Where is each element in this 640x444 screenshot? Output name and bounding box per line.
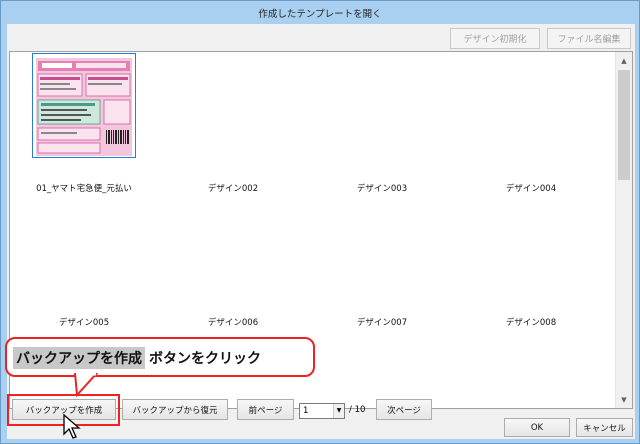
cancel-button[interactable]: キャンセル (576, 418, 633, 437)
next-page-button[interactable]: 次ページ (376, 399, 432, 420)
template-label-8[interactable]: デザイン008 (461, 316, 601, 328)
page-select[interactable]: 1 ▼ (299, 403, 345, 419)
template-thumbnail-selected[interactable] (32, 53, 136, 158)
file-rename-button[interactable]: ファイル名編集 (547, 28, 631, 49)
instruction-callout: バックアップを作成 ボタンをクリック (5, 337, 315, 377)
page-total: / 10 (349, 405, 366, 415)
ok-button[interactable]: OK (504, 418, 570, 437)
template-label-3[interactable]: デザイン003 (312, 182, 452, 194)
template-label-1[interactable]: 01_ヤマト宅急便_元払い (14, 182, 154, 194)
callout-pointer (73, 373, 99, 397)
instruction-highlight: バックアップを作成 (13, 347, 145, 369)
open-template-window: 作成したテンプレートを開く デザイン初期化 ファイル名編集 01_ヤマト宅急便_… (0, 0, 640, 444)
design-init-button[interactable]: デザイン初期化 (450, 28, 540, 49)
scroll-down-arrow-icon[interactable]: ▼ (616, 391, 632, 408)
template-label-2[interactable]: デザイン002 (163, 182, 303, 194)
instruction-rest: ボタンをクリック (149, 351, 261, 367)
window-title: 作成したテンプレートを開く (258, 8, 382, 20)
restore-backup-button[interactable]: バックアップから復元 (122, 399, 228, 420)
template-label-5[interactable]: デザイン005 (14, 316, 154, 328)
template-label-6[interactable]: デザイン006 (163, 316, 303, 328)
page-select-value: 1 (303, 406, 309, 416)
instruction-text: バックアップを作成 ボタンをクリック (13, 347, 261, 369)
window-title-bar: 作成したテンプレートを開く (1, 1, 639, 24)
scrollbar-thumb[interactable] (618, 70, 630, 180)
mouse-cursor-icon (63, 414, 81, 439)
vertical-scrollbar[interactable]: ▲ ▼ (615, 52, 632, 408)
dropdown-arrow-icon[interactable]: ▼ (333, 404, 344, 418)
scroll-up-arrow-icon[interactable]: ▲ (616, 52, 632, 69)
template-label-4[interactable]: デザイン004 (461, 182, 601, 194)
delivery-slip-thumbnail (36, 58, 132, 156)
template-label-7[interactable]: デザイン007 (312, 316, 452, 328)
prev-page-button[interactable]: 前ページ (237, 399, 294, 420)
